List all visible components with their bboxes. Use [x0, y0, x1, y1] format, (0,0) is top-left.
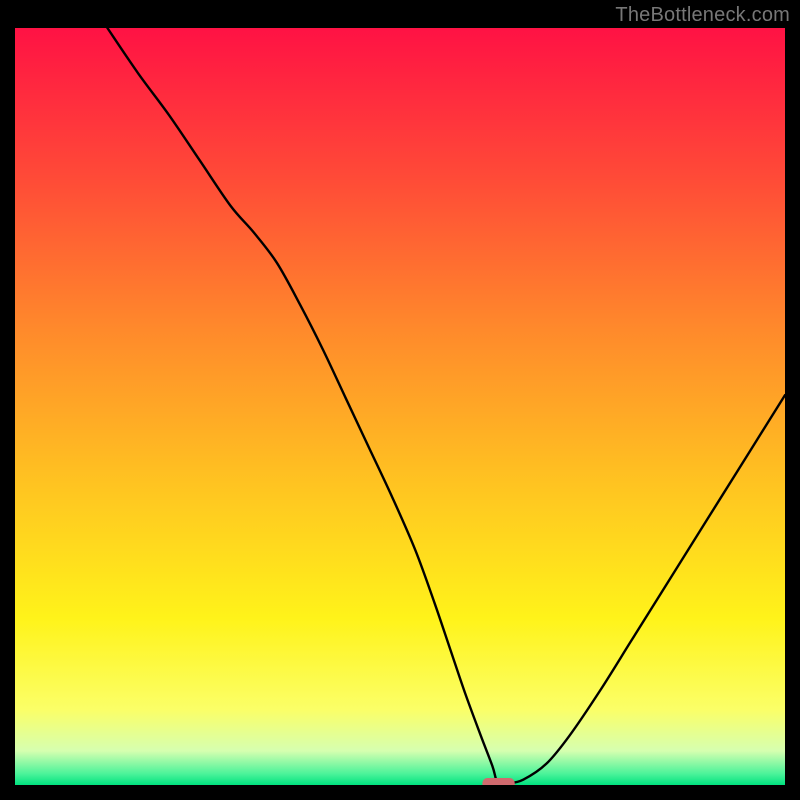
- watermark-label: TheBottleneck.com: [615, 4, 790, 27]
- chart-svg: [15, 28, 785, 785]
- chart-frame: TheBottleneck.com: [0, 0, 800, 800]
- optimum-marker: [482, 778, 514, 785]
- chart-background-gradient: [15, 28, 785, 785]
- chart-plot-area: [15, 28, 785, 785]
